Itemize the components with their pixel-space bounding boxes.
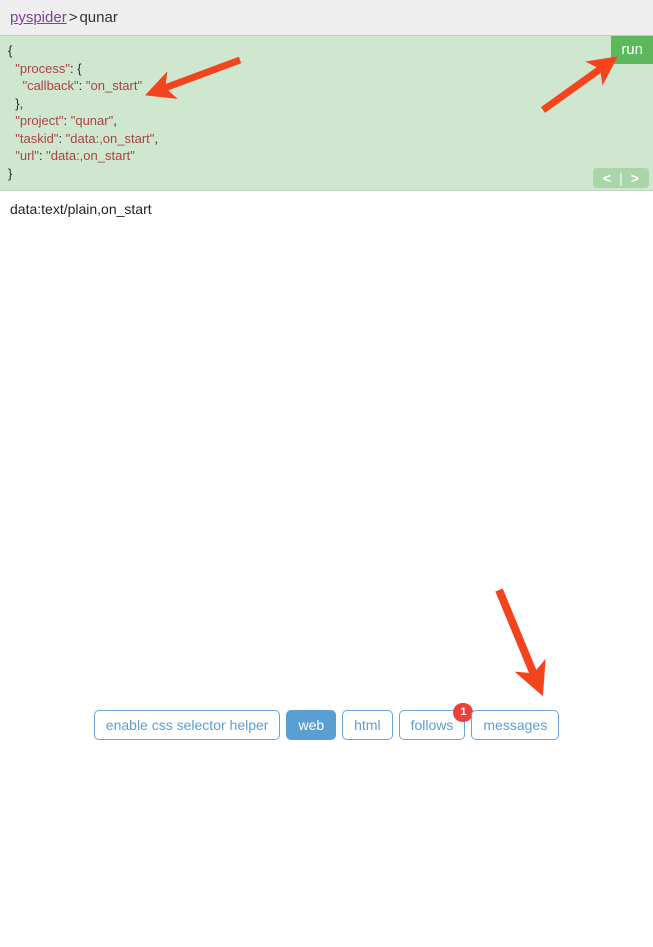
header-bar: pyspider > qunar [0,0,653,36]
result-text: data:text/plain,on_start [10,201,152,217]
next-task-button[interactable]: > [627,170,643,186]
result-panel: data:text/plain,on_start [0,191,653,947]
task-json-content: { "process": { "callback": "on_start" },… [8,43,159,181]
tab-web[interactable]: web [286,710,337,740]
tab-html[interactable]: html [342,710,393,740]
breadcrumb-project-name: qunar [79,9,118,26]
task-nav-divider: | [619,170,623,186]
enable-css-selector-helper-button[interactable]: enable css selector helper [93,710,281,740]
task-navigation: < | > [592,168,649,188]
bottom-toolbar: enable css selector helper web html foll… [0,703,653,740]
task-json-panel: { "process": { "callback": "on_start" },… [0,36,653,191]
prev-task-button[interactable]: < [599,170,615,186]
tab-messages[interactable]: messages [471,710,560,740]
follows-count-badge: 1 [453,703,474,722]
tab-follows-label: follows [410,717,454,733]
tab-follows[interactable]: follows 1 [398,703,474,740]
run-button[interactable]: run [611,36,653,64]
breadcrumb-separator: > [68,9,78,26]
breadcrumb-link-pyspider[interactable]: pyspider [10,9,67,26]
breadcrumb: pyspider > qunar [10,9,118,26]
